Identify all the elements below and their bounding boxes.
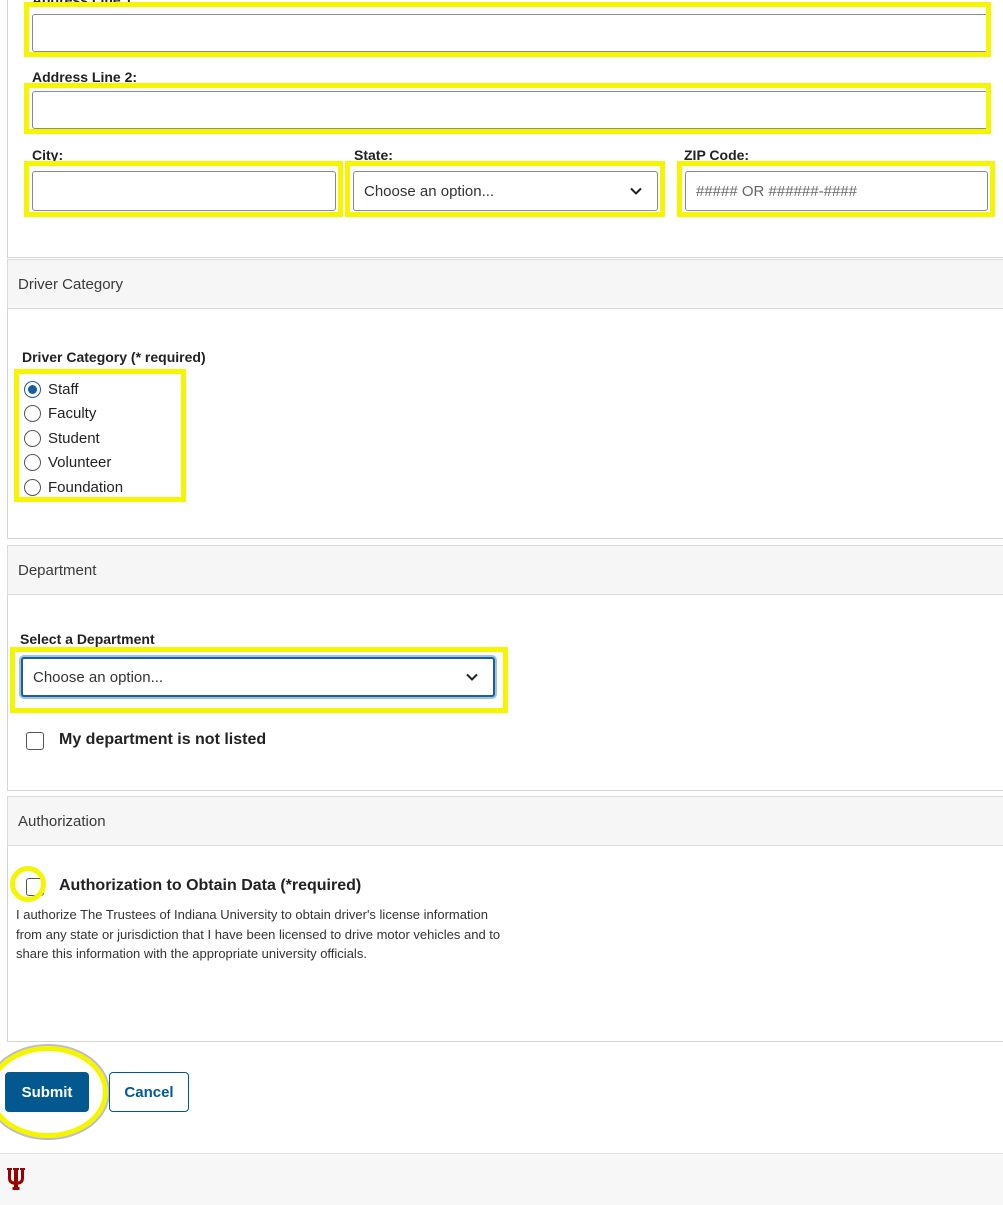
address-line-2-input[interactable] — [32, 91, 988, 129]
footer — [0, 1153, 1003, 1205]
cancel-button[interactable]: Cancel — [109, 1072, 189, 1112]
radio-label: Staff — [48, 380, 79, 398]
state-selected-value: Choose an option... — [364, 182, 495, 200]
authorization-text: I authorize The Trustees of Indiana Univ… — [16, 907, 501, 961]
department-panel-bottom — [7, 790, 1003, 791]
authorization-panel-bottom — [7, 1041, 1003, 1042]
highlight-submit-button — [0, 1046, 108, 1138]
department-panel-border — [7, 595, 8, 791]
department-panel-header: Department — [7, 545, 1003, 595]
department-not-listed-checkbox[interactable] — [26, 732, 44, 750]
city-label: City: — [32, 147, 64, 163]
authorization-panel-border — [7, 846, 8, 1042]
address-line-2-label: Address Line 2: — [32, 69, 138, 85]
department-not-listed-label: My department is not listed — [59, 731, 267, 748]
radio-button[interactable] — [24, 405, 41, 423]
chevron-down-icon — [630, 187, 642, 195]
radio-button[interactable] — [24, 429, 41, 447]
zip-label: ZIP Code: — [684, 147, 750, 163]
authorization-checkbox-label: Authorization to Obtain Data (*required) — [59, 877, 362, 894]
city-input[interactable] — [32, 171, 336, 211]
radio-button-checked[interactable] — [24, 380, 41, 398]
radio-label: Faculty — [48, 405, 97, 423]
radio-label: Foundation — [48, 478, 124, 496]
indiana-university-trident-logo-icon[interactable] — [7, 1166, 25, 1190]
driver-category-radio-group: Staff Faculty Student Volunteer Foundati… — [24, 377, 123, 500]
radio-option-foundation[interactable]: Foundation — [24, 475, 123, 500]
address-line-1-label: Address Line 1: — [32, 0, 138, 8]
radio-button[interactable] — [24, 454, 41, 472]
state-label: State: — [354, 147, 393, 163]
radio-label: Volunteer — [48, 454, 112, 472]
state-select[interactable]: Choose an option... — [353, 171, 658, 211]
chevron-down-icon — [466, 673, 478, 681]
radio-option-student[interactable]: Student — [24, 426, 123, 451]
driver-category-panel-bottom — [7, 538, 1003, 539]
authorization-panel-header: Authorization — [7, 796, 1003, 846]
radio-option-faculty[interactable]: Faculty — [24, 402, 123, 427]
zip-input[interactable]: ##### OR ######-#### — [685, 171, 988, 211]
department-selected-value: Choose an option... — [33, 668, 164, 686]
radio-option-staff[interactable]: Staff — [24, 377, 123, 402]
department-label: Select a Department — [20, 631, 155, 647]
address-panel-border — [7, 0, 8, 258]
driver-category-panel-header: Driver Category — [7, 259, 1003, 309]
radio-option-volunteer[interactable]: Volunteer — [24, 451, 123, 476]
radio-button[interactable] — [24, 478, 41, 496]
zip-placeholder: ##### OR ######-#### — [696, 182, 857, 200]
department-select[interactable]: Choose an option... — [21, 657, 495, 697]
address-line-1-input[interactable] — [32, 14, 988, 52]
address-panel-bottom — [7, 257, 1003, 258]
highlight-authorization-checkbox — [10, 866, 46, 902]
driver-category-label: Driver Category (* required) — [22, 349, 206, 365]
radio-label: Student — [48, 429, 100, 447]
driver-category-panel-border — [7, 309, 8, 539]
